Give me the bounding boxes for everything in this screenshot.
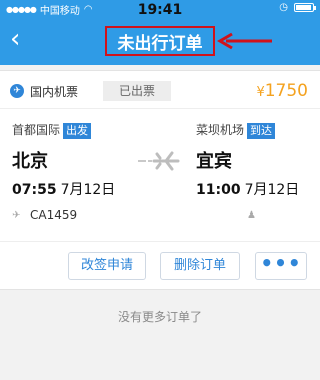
- price-currency: ¥: [256, 85, 265, 100]
- arrival-airport-name: 菜坝机场: [196, 123, 245, 137]
- status-time: 19:41: [137, 2, 183, 18]
- price-value: 1750: [264, 81, 308, 101]
- arrival-airport: 菜坝机场 到达: [196, 121, 276, 139]
- action-row: 改签申请 删除订单 •••: [0, 241, 320, 291]
- status-bar: ●●●●● 中国移动 ◠ 19:41 ◷: [0, 0, 320, 18]
- flight-number: CA1459: [30, 208, 78, 222]
- arrival-tag: 到达: [247, 123, 276, 139]
- flight-path-icon: [138, 151, 180, 171]
- departure-tag: 出发: [63, 123, 92, 139]
- delete-order-button[interactable]: 删除订单: [160, 252, 240, 280]
- departure-time-row: 07:55 7月12日: [12, 179, 115, 199]
- alarm-icon: ◷: [279, 2, 288, 13]
- page-title: 未出行订单: [117, 33, 203, 54]
- arrival-time: 11:00: [196, 182, 241, 198]
- departure-airport: 首都国际 出发: [12, 121, 92, 139]
- arrival-time-row: 11:00 7月12日: [196, 179, 299, 199]
- departure-city: 北京: [12, 151, 48, 172]
- arrival-date: 7月12日: [244, 182, 300, 198]
- annotation-arrow-icon: [217, 32, 272, 50]
- flight-badge-icon: ✈: [10, 84, 24, 98]
- status-badge: 已出票: [103, 81, 171, 101]
- passenger-icon: ♟: [247, 210, 256, 221]
- order-header: ✈ 国内机票 已出票 ¥1750: [0, 71, 320, 109]
- highlight-box: 未出行订单: [105, 26, 215, 56]
- nav-bar: ‹ 未出行订单: [0, 17, 320, 65]
- departure-airport-name: 首都国际: [12, 123, 61, 137]
- departure-time: 07:55: [12, 182, 57, 198]
- no-more-orders-text: 没有更多订单了: [117, 310, 202, 324]
- order-type: 国内机票: [30, 85, 79, 99]
- departure-date: 7月12日: [60, 182, 116, 198]
- back-icon[interactable]: ‹: [10, 25, 38, 55]
- battery-icon: [294, 3, 316, 12]
- arrival-city: 宜宾: [196, 151, 232, 172]
- more-button[interactable]: •••: [255, 252, 307, 280]
- change-booking-button[interactable]: 改签申请: [68, 252, 146, 280]
- status-right: ◷: [279, 2, 316, 13]
- order-price: ¥1750: [256, 81, 308, 101]
- airline-icon: ✈: [12, 210, 21, 221]
- order-card[interactable]: ✈ 国内机票 已出票 ¥1750 首都国际 出发 菜坝机场 到达 北京 宜宾 07:…: [0, 70, 320, 290]
